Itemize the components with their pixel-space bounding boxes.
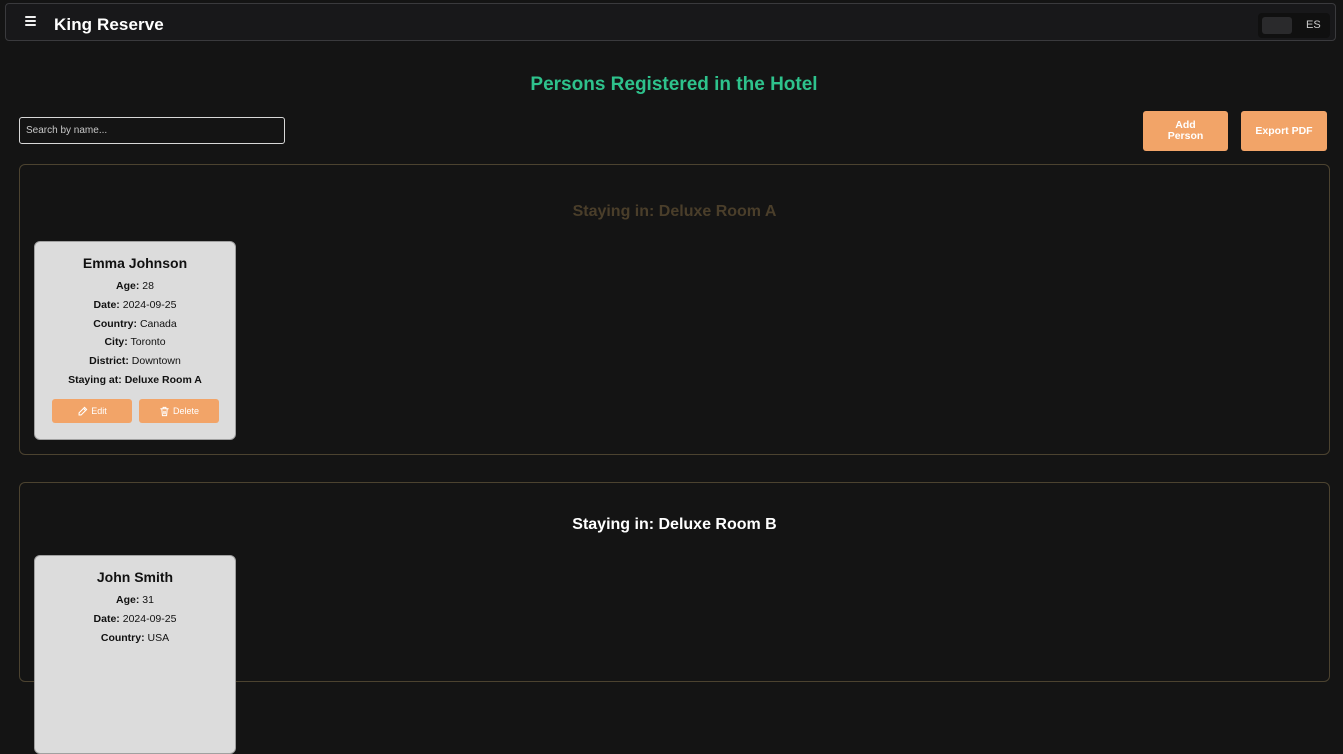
delete-button[interactable]: Delete xyxy=(139,399,219,423)
add-person-label: Add Person xyxy=(1167,119,1204,142)
person-card: Emma Johnson Age: 28 Date: 2024-09-25 Co… xyxy=(34,241,236,440)
pencil-icon xyxy=(78,406,88,415)
room-heading: Staying in: Deluxe Room A xyxy=(572,203,777,220)
app-title: King Reserve xyxy=(54,15,164,34)
room-section-deluxe-a: Staying in: Deluxe Room A Emma Johnson A… xyxy=(19,164,1330,455)
search-input[interactable] xyxy=(19,117,285,144)
person-date: Date: 2024-09-25 xyxy=(93,299,177,311)
room-section-deluxe-b: Staying in: Deluxe Room B John Smith Age… xyxy=(19,482,1330,754)
delete-label: Delete xyxy=(172,406,199,416)
room-heading: Staying in: Deluxe Room B xyxy=(572,516,777,533)
person-name: Emma Johnson xyxy=(82,255,188,271)
person-name: John Smith xyxy=(96,569,174,585)
page-title: Persons Registered in the Hotel xyxy=(530,74,818,95)
hamburger-menu-icon[interactable] xyxy=(25,16,36,26)
add-person-button[interactable]: Add Person xyxy=(1143,111,1228,151)
person-age: Age: 31 xyxy=(116,594,154,606)
top-navbar: King Reserve ES xyxy=(5,3,1336,41)
export-pdf-button[interactable]: Export PDF xyxy=(1241,111,1327,151)
edit-label: Edit xyxy=(91,406,107,416)
person-age: Age: 28 xyxy=(116,280,154,292)
person-date: Date: 2024-09-25 xyxy=(93,613,177,625)
person-district: District: Downtown xyxy=(89,355,181,367)
person-country: Country: USA xyxy=(100,632,170,644)
language-switch[interactable]: ES xyxy=(1258,13,1330,38)
language-toggle-knob[interactable] xyxy=(1262,17,1292,34)
person-country: Country: Canada xyxy=(93,318,177,330)
trash-icon xyxy=(160,406,169,416)
edit-button[interactable]: Edit xyxy=(52,399,132,423)
language-label: ES xyxy=(1306,19,1321,31)
person-card: John Smith Age: 31 Date: 2024-09-25 Coun… xyxy=(34,555,236,754)
person-staying-at: Staying at: Deluxe Room A xyxy=(68,374,202,386)
person-city: City: Toronto xyxy=(104,336,166,348)
